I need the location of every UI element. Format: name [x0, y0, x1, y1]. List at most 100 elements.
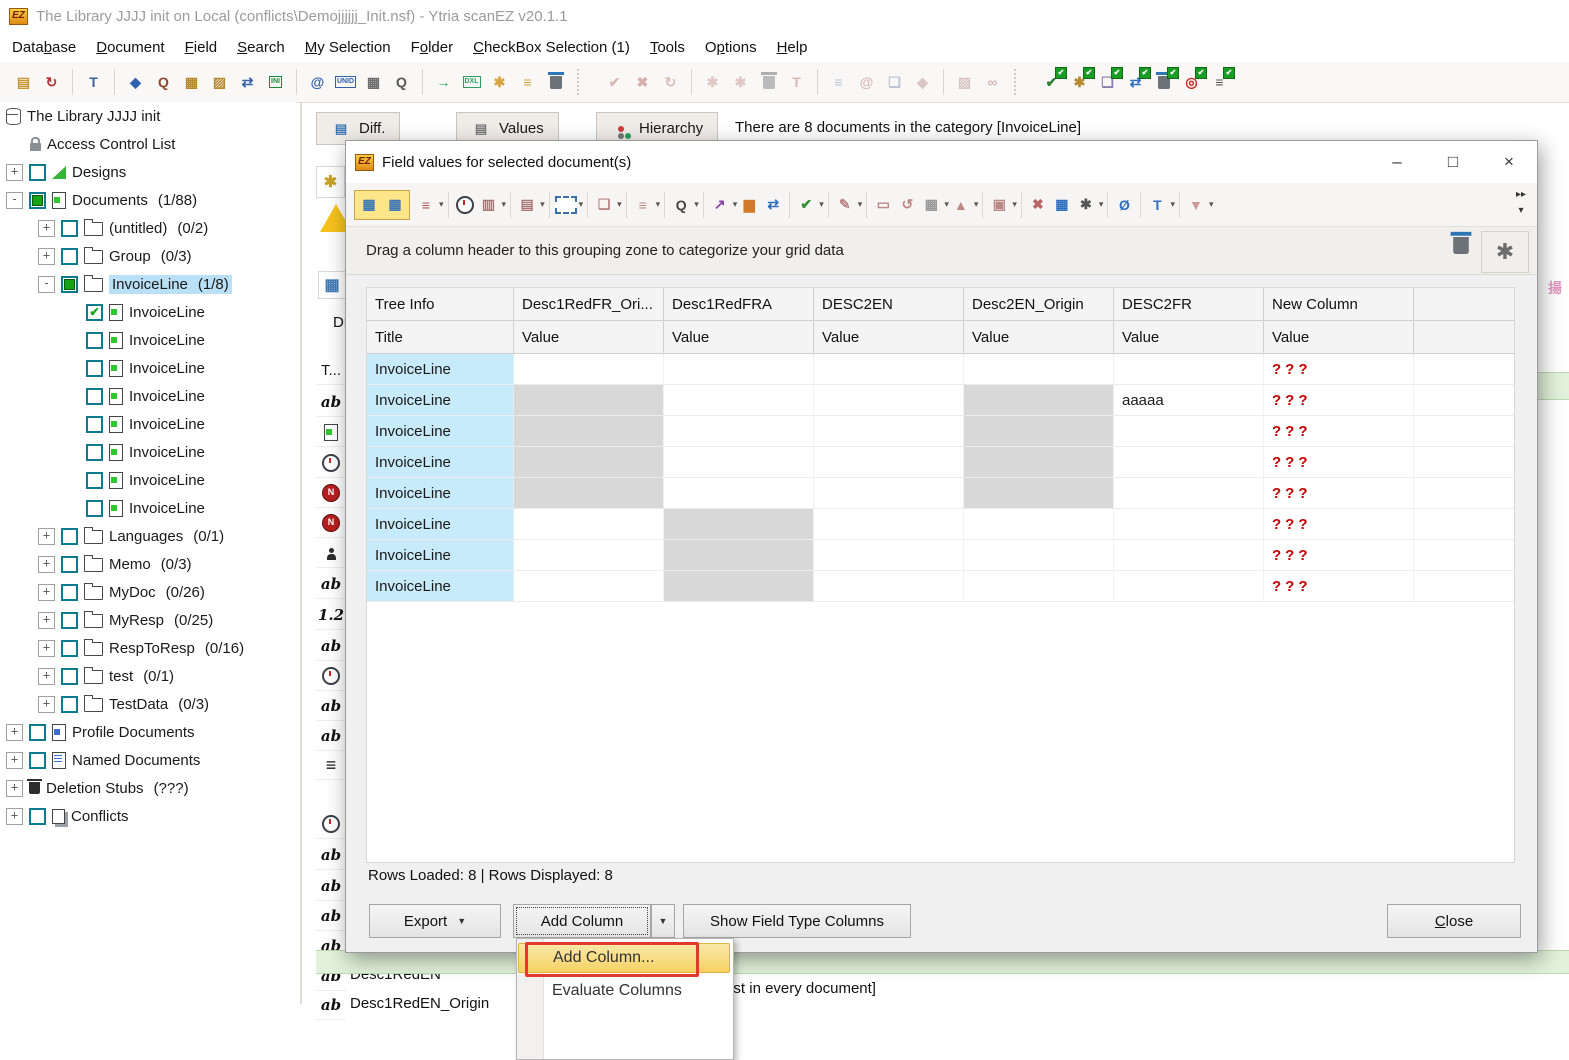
- value-cell[interactable]: [514, 416, 664, 446]
- value-cell[interactable]: [514, 478, 664, 508]
- tree-checkbox[interactable]: [86, 500, 103, 517]
- tree-item-myresp[interactable]: +MyResp(0/25): [0, 606, 296, 634]
- menu-item-tools[interactable]: Tools: [640, 35, 695, 60]
- value-cell[interactable]: [964, 416, 1114, 446]
- value-cell[interactable]: [664, 540, 814, 570]
- tree-item-deletion-stubs[interactable]: +Deletion Stubs(???): [0, 774, 296, 802]
- tree-item-group[interactable]: +Group(0/3): [0, 242, 296, 270]
- column-header-new-column[interactable]: New Column: [1264, 288, 1414, 321]
- tree-item-mydoc[interactable]: +MyDoc(0/26): [0, 578, 296, 606]
- value-cell[interactable]: [814, 354, 964, 384]
- tree-checkbox[interactable]: [61, 696, 78, 713]
- row-grouping-icon[interactable]: ≡: [414, 193, 438, 217]
- tree-checkbox[interactable]: [29, 752, 46, 769]
- new-doc-star2-icon[interactable]: ✱: [728, 70, 753, 95]
- new-document-icon[interactable]: ✱: [487, 70, 512, 95]
- new-multi-document-icon[interactable]: ≡: [515, 70, 540, 95]
- grid-row[interactable]: InvoiceLine???: [367, 509, 1514, 540]
- new-column-cell[interactable]: ???: [1264, 540, 1414, 570]
- tree-item-invoiceline[interactable]: InvoiceLine: [0, 494, 296, 522]
- pyramid-icon[interactable]: ▲: [949, 193, 973, 217]
- tree-checkbox[interactable]: [29, 192, 46, 209]
- tree-checkbox[interactable]: [61, 612, 78, 629]
- add-column-button[interactable]: Add Column: [513, 904, 651, 938]
- tree-item-access-control-list[interactable]: Access Control List: [0, 130, 296, 158]
- no-sync-icon[interactable]: Ø: [1112, 193, 1136, 217]
- tree-checkbox[interactable]: [61, 276, 78, 293]
- expand-icon[interactable]: +: [38, 668, 55, 685]
- selection-mode-icon[interactable]: [554, 193, 578, 217]
- tree-checkbox[interactable]: [86, 388, 103, 405]
- expand-icon[interactable]: +: [6, 752, 23, 769]
- zoom-document-icon[interactable]: Q: [389, 70, 414, 95]
- value-cell[interactable]: [1114, 354, 1264, 384]
- tree-checkbox[interactable]: [61, 220, 78, 237]
- db-lightning-icon[interactable]: ▨: [207, 70, 232, 95]
- expand-icon[interactable]: +: [38, 584, 55, 601]
- docs-new-checked-icon[interactable]: ✱✔: [1067, 70, 1092, 95]
- menu-item-my-selection[interactable]: My Selection: [295, 35, 401, 60]
- replicate-database-icon[interactable]: ↻: [39, 70, 64, 95]
- tree-item-the-library-jjjj-init[interactable]: The Library JJJJ init: [0, 102, 296, 130]
- new-column-cell[interactable]: ???: [1264, 385, 1414, 415]
- row-title-cell[interactable]: InvoiceLine: [367, 571, 514, 601]
- value-cell[interactable]: [514, 354, 664, 384]
- value-cell[interactable]: [514, 447, 664, 477]
- value-cell[interactable]: [1114, 509, 1264, 539]
- value-cell[interactable]: [1114, 571, 1264, 601]
- gear-icon[interactable]: ✱: [1481, 231, 1529, 273]
- tree-item-invoiceline[interactable]: InvoiceLine: [0, 438, 296, 466]
- expand-icon[interactable]: +: [6, 724, 23, 741]
- filter-icon[interactable]: ▼: [1184, 193, 1208, 217]
- value-cell[interactable]: [814, 540, 964, 570]
- paired-docs-icon[interactable]: ❏: [882, 70, 907, 95]
- navigator-diamond-icon[interactable]: ◆: [123, 70, 148, 95]
- open-database-icon[interactable]: ▤: [11, 70, 36, 95]
- window-blue-icon[interactable]: ▦: [1050, 193, 1074, 217]
- tree-item-conflicts[interactable]: +Conflicts: [0, 802, 296, 830]
- value-cell[interactable]: [514, 385, 664, 415]
- remove-x-icon[interactable]: ✖: [1026, 193, 1050, 217]
- menu-item-checkbox-selection-1-[interactable]: CheckBox Selection (1): [463, 35, 640, 60]
- broom-icon[interactable]: ▨: [952, 70, 977, 95]
- expand-columns-icon[interactable]: ▥: [477, 193, 501, 217]
- grid-row[interactable]: InvoiceLineaaaaa???: [367, 385, 1514, 416]
- add-column-dropdown-button[interactable]: ▼: [651, 904, 675, 938]
- expand-icon[interactable]: +: [6, 780, 23, 797]
- copy-icon[interactable]: ❏: [592, 193, 616, 217]
- tree-item-documents[interactable]: -Documents(1/88): [0, 186, 296, 214]
- new-column-cell[interactable]: ???: [1264, 571, 1414, 601]
- new-column-cell[interactable]: ???: [1264, 416, 1414, 446]
- value-cell[interactable]: aaaaa: [1114, 385, 1264, 415]
- expand-icon[interactable]: +: [38, 248, 55, 265]
- at-formula-search-icon[interactable]: @: [305, 70, 330, 95]
- clipboard-search-icon[interactable]: Q: [151, 70, 176, 95]
- new-column-cell[interactable]: ???: [1264, 478, 1414, 508]
- grid-view-icon[interactable]: ▦: [357, 193, 381, 217]
- value-cell[interactable]: [964, 478, 1114, 508]
- column-header-desc2en[interactable]: DESC2EN: [814, 288, 964, 321]
- value-cell[interactable]: [1114, 540, 1264, 570]
- value-cell[interactable]: [814, 447, 964, 477]
- row-title-cell[interactable]: InvoiceLine: [367, 416, 514, 446]
- deselect-x-icon[interactable]: ✖: [630, 70, 655, 95]
- tree-item-memo[interactable]: +Memo(0/3): [0, 550, 296, 578]
- value-cell[interactable]: [814, 571, 964, 601]
- tree-checkbox[interactable]: [29, 164, 46, 181]
- value-cell[interactable]: [664, 509, 814, 539]
- menu-item-search[interactable]: Search: [227, 35, 295, 60]
- column-header-desc2fr[interactable]: DESC2FR: [1114, 288, 1264, 321]
- column-subheader[interactable]: Title: [367, 321, 514, 354]
- menu-item-database[interactable]: Database: [2, 35, 86, 60]
- chart-icon[interactable]: ▆: [737, 193, 761, 217]
- new-column-cell[interactable]: ???: [1264, 447, 1414, 477]
- tree-item-invoiceline[interactable]: ✔InvoiceLine: [0, 298, 296, 326]
- row-undo-icon[interactable]: ↺: [895, 193, 919, 217]
- value-cell[interactable]: [964, 571, 1114, 601]
- value-cell[interactable]: [964, 447, 1114, 477]
- tree-checkbox[interactable]: [86, 332, 103, 349]
- form-window-icon[interactable]: ▦: [361, 70, 386, 95]
- refresh-selection-icon[interactable]: ↻: [658, 70, 683, 95]
- expand-icon[interactable]: +: [38, 220, 55, 237]
- title-doc-icon[interactable]: T: [784, 70, 809, 95]
